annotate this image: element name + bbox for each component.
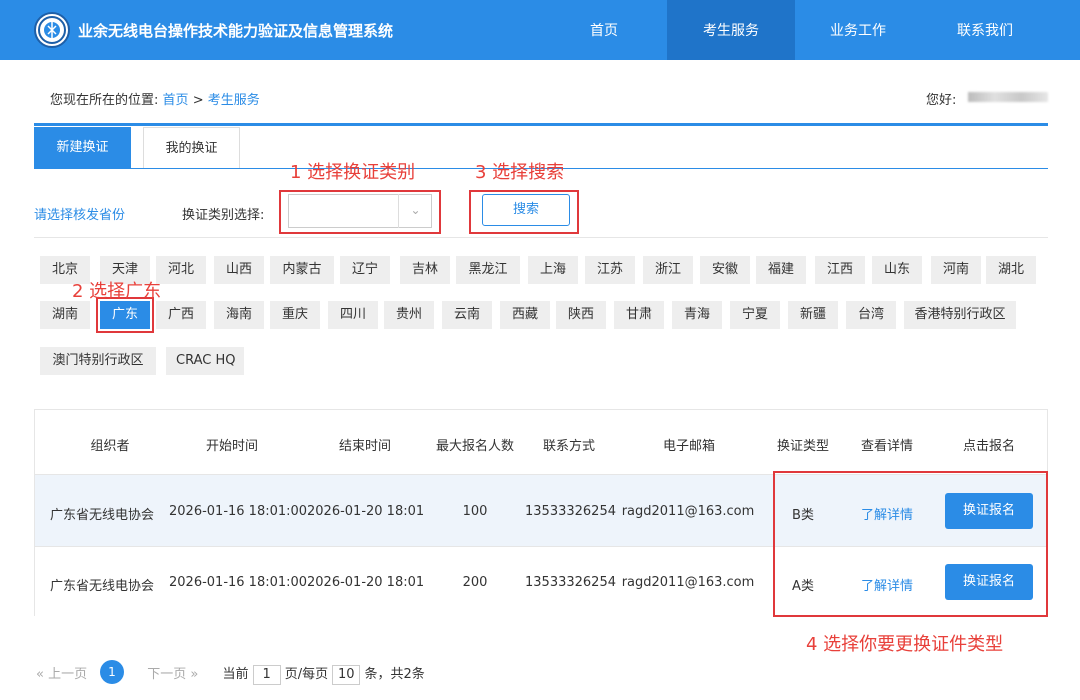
pager-per-page-label: 页/每页: [284, 667, 329, 682]
province-button[interactable]: 陕西: [556, 301, 606, 329]
column-header-organizer: 组织者: [90, 439, 130, 454]
province-button[interactable]: 西藏: [500, 301, 550, 329]
nav-contact-us[interactable]: 联系我们: [921, 0, 1049, 60]
pager-per-page-input[interactable]: 10: [332, 664, 361, 685]
cell-phone: 13533326254: [525, 504, 616, 519]
table-header-row: 组织者 开始时间 结束时间 最大报名人数 联系方式 电子邮箱 换证类型 查看详情…: [35, 410, 1047, 474]
province-button[interactable]: 河北: [156, 256, 206, 284]
province-button[interactable]: 新疆: [788, 301, 838, 329]
blurred-username: [968, 92, 1048, 102]
province-button[interactable]: 贵州: [384, 301, 434, 329]
cell-start: 2026-01-16 18:01:00: [169, 575, 308, 590]
column-header-start: 开始时间: [205, 439, 258, 454]
pager-page-1[interactable]: 1: [100, 660, 124, 684]
greeting-label: 您好:: [926, 93, 957, 108]
province-button[interactable]: CRAC HQ: [166, 347, 244, 375]
nav-business-work[interactable]: 业务工作: [794, 0, 922, 60]
province-button[interactable]: 澳门特别行政区: [40, 347, 156, 375]
breadcrumb-prefix: 您现在所在的位置:: [50, 93, 159, 108]
column-header-type: 换证类型: [776, 439, 829, 454]
cell-email: ragd2011@163.com: [621, 504, 755, 519]
content-top-rule: [34, 123, 1048, 126]
province-button[interactable]: 江西: [815, 256, 865, 284]
tab-my-renewals[interactable]: 我的换证: [143, 127, 240, 169]
province-button[interactable]: 河南: [931, 256, 981, 284]
pager-current-label: 当前: [222, 667, 249, 682]
province-button[interactable]: 湖北: [986, 256, 1036, 284]
province-button[interactable]: 辽宁: [340, 256, 390, 284]
column-header-detail: 查看详情: [860, 439, 913, 454]
province-button[interactable]: 四川: [328, 301, 378, 329]
column-header-enroll: 点击报名: [962, 439, 1015, 454]
province-button[interactable]: 海南: [214, 301, 264, 329]
cell-end: 2026-01-20 18:01: [307, 575, 425, 590]
annotation-step3: 3 选择搜索: [475, 162, 565, 183]
pager-current-input[interactable]: 1: [252, 664, 281, 685]
province-button[interactable]: 湖南: [40, 301, 90, 329]
breadcrumb-current-link[interactable]: 考生服务: [208, 93, 260, 108]
pager-total-label: 条，共2条: [364, 667, 425, 682]
annotation-step4: 4 选择你要更换证件类型: [806, 634, 1004, 655]
cell-email: ragd2011@163.com: [621, 575, 755, 590]
cell-organizer: 广东省无线电协会: [49, 579, 154, 594]
breadcrumb-home-link[interactable]: 首页: [163, 93, 189, 108]
province-button[interactable]: 浙江: [643, 256, 693, 284]
province-button[interactable]: 青海: [672, 301, 722, 329]
province-button[interactable]: 江苏: [585, 256, 635, 284]
cell-max: 200: [462, 575, 488, 590]
province-button[interactable]: 宁夏: [730, 301, 780, 329]
site-title: 业余无线电台操作技术能力验证及信息管理系统: [78, 22, 394, 40]
divider: [34, 237, 1048, 238]
cell-phone: 13533326254: [525, 575, 616, 590]
annotation-box-enroll: [773, 471, 1048, 617]
province-button[interactable]: 福建: [756, 256, 806, 284]
province-button[interactable]: 重庆: [270, 301, 320, 329]
column-header-end: 结束时间: [338, 439, 391, 454]
province-button[interactable]: 云南: [442, 301, 492, 329]
annotation-step2: 2 选择广东: [72, 281, 162, 302]
cell-start: 2026-01-16 18:01:00: [169, 504, 308, 519]
province-button[interactable]: 黑龙江: [456, 256, 520, 284]
province-button[interactable]: 甘肃: [614, 301, 664, 329]
cell-end: 2026-01-20 18:01: [307, 504, 425, 519]
cell-max: 100: [462, 504, 488, 519]
site-header: 业余无线电台操作技术能力验证及信息管理系统 首页 考生服务 业务工作 联系我们: [0, 0, 1080, 60]
annotation-step1: 1 选择换证类别: [290, 162, 416, 183]
province-button[interactable]: 内蒙古: [270, 256, 334, 284]
type-select-label: 换证类别选择:: [182, 208, 265, 223]
annotation-box-type-select: [279, 190, 441, 234]
column-header-phone: 联系方式: [542, 439, 595, 454]
province-button[interactable]: 安徽: [700, 256, 750, 284]
nav-candidate-services[interactable]: 考生服务: [667, 0, 795, 60]
province-button[interactable]: 广西: [156, 301, 206, 329]
cell-organizer: 广东省无线电协会: [49, 508, 154, 523]
pager-prev[interactable]: « 上一页: [36, 667, 87, 682]
province-button[interactable]: 山西: [214, 256, 264, 284]
column-header-email: 电子邮箱: [662, 439, 715, 454]
breadcrumb-separator: >: [192, 93, 204, 108]
province-button[interactable]: 上海: [528, 256, 578, 284]
nav-home[interactable]: 首页: [540, 0, 668, 60]
tab-new-renewal[interactable]: 新建换证: [34, 127, 131, 169]
province-button[interactable]: 吉林: [400, 256, 450, 284]
province-hint: 请选择核发省份: [34, 208, 126, 223]
annotation-box-search: [469, 190, 579, 234]
site-logo-icon: [34, 12, 70, 48]
column-header-max: 最大报名人数: [435, 439, 514, 454]
province-button[interactable]: 香港特别行政区: [904, 301, 1016, 329]
pagination: « 上一页 1 下一页 » 当前 1 页/每页 10 条，共2条: [36, 660, 425, 685]
province-button[interactable]: 台湾: [846, 301, 896, 329]
pager-next[interactable]: 下一页 »: [147, 667, 198, 682]
province-button[interactable]: 山东: [872, 256, 922, 284]
breadcrumb: 您现在所在的位置: 首页 > 考生服务: [50, 89, 260, 108]
